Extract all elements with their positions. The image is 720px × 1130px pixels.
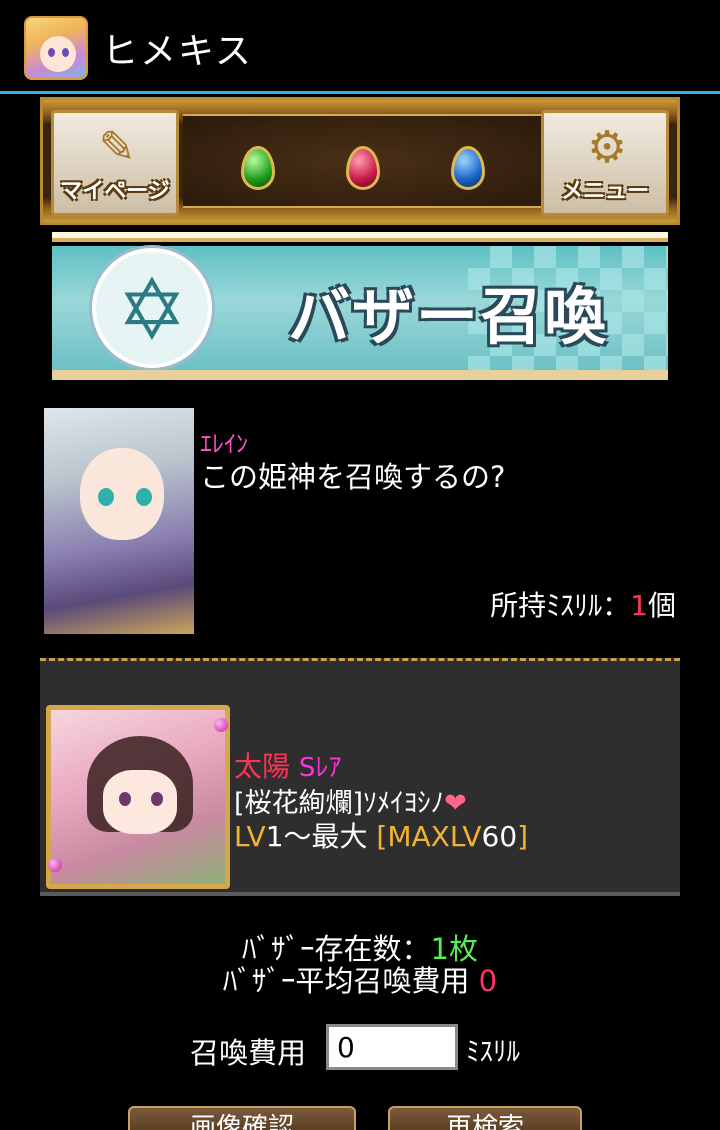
green-gem-icon	[241, 146, 275, 190]
owned-mithril: 所持ﾐｽﾘﾙ：1個	[490, 584, 676, 624]
corner-gem-icon	[48, 858, 62, 872]
summon-cost-label: 召喚費用	[190, 1036, 307, 1070]
research-button[interactable]: 再検索	[388, 1106, 582, 1130]
app-title: ヒメキス	[102, 31, 253, 72]
card-attribute-text: 太陽	[234, 750, 291, 783]
corner-gem-icon	[214, 718, 228, 732]
app-icon-eye	[62, 48, 69, 57]
maxlv-open: [MAXLV	[376, 820, 482, 853]
card-attribute: 太陽 Sﾚｱ	[234, 745, 341, 785]
summon-cost-unit: ﾐｽﾘﾙ	[466, 1037, 520, 1068]
card-image[interactable]	[46, 705, 230, 889]
maxlv-value: 60	[481, 820, 518, 853]
lv-range: 1～最大	[265, 820, 368, 853]
npc-message: この姫神を召喚するの?	[200, 460, 506, 494]
npc-eye	[136, 488, 152, 506]
mypage-label: マイページ	[60, 179, 170, 204]
bazaar-average-cost: ﾊﾞｻﾞｰ平均召喚費用 0	[0, 958, 720, 1000]
card-level: LV1～最大 [MAXLV60]	[234, 815, 528, 855]
app-bar: ヒメキス	[0, 0, 720, 94]
summon-cost-input[interactable]	[326, 1024, 458, 1070]
menu-button[interactable]: ⚙ メニュー	[541, 110, 669, 216]
app-icon-face	[40, 36, 76, 72]
star-of-david-icon: ✡	[116, 261, 188, 359]
banner-title: バザー召喚	[288, 280, 609, 353]
card-eye	[119, 792, 131, 806]
menu-label: メニュー	[560, 179, 649, 204]
blue-gem-icon	[451, 146, 485, 190]
card-panel: 太陽 Sﾚｱ [桜花絢爛]ｿﾒｲﾖｼﾉ❤ LV1～最大 [MAXLV60]	[40, 658, 680, 896]
lv-prefix: LV	[234, 820, 266, 853]
maxlv-close: ]	[517, 820, 529, 853]
app-icon[interactable]	[24, 16, 88, 80]
hexagram-seal-icon: ✡	[92, 248, 212, 368]
owned-label: 所持ﾐｽﾘﾙ：	[490, 589, 631, 622]
gear-icon: ⚙	[587, 122, 627, 173]
app-icon-eye	[48, 48, 55, 57]
owned-unit: 個	[647, 589, 676, 622]
card-eye	[151, 792, 163, 806]
card-rarity: Sﾚｱ	[298, 753, 342, 783]
mypage-button[interactable]: ✎ マイページ	[51, 110, 179, 216]
book-pen-icon: ✎	[98, 122, 136, 173]
owned-count: 1	[630, 589, 648, 622]
image-check-button[interactable]: 画像確認	[128, 1106, 356, 1130]
bazaar-average-value: 0	[478, 964, 498, 998]
bazaar-average-label: ﾊﾞｻﾞｰ平均召喚費用	[222, 964, 470, 998]
card-face	[103, 770, 177, 834]
red-gem-icon	[346, 146, 380, 190]
top-nav-banner: ✎ マイページ ⚙ メニュー	[40, 97, 680, 225]
npc-eye	[98, 488, 114, 506]
bazaar-summon-banner: ✡ バザー召喚	[52, 232, 668, 380]
npc-portrait	[44, 408, 194, 634]
